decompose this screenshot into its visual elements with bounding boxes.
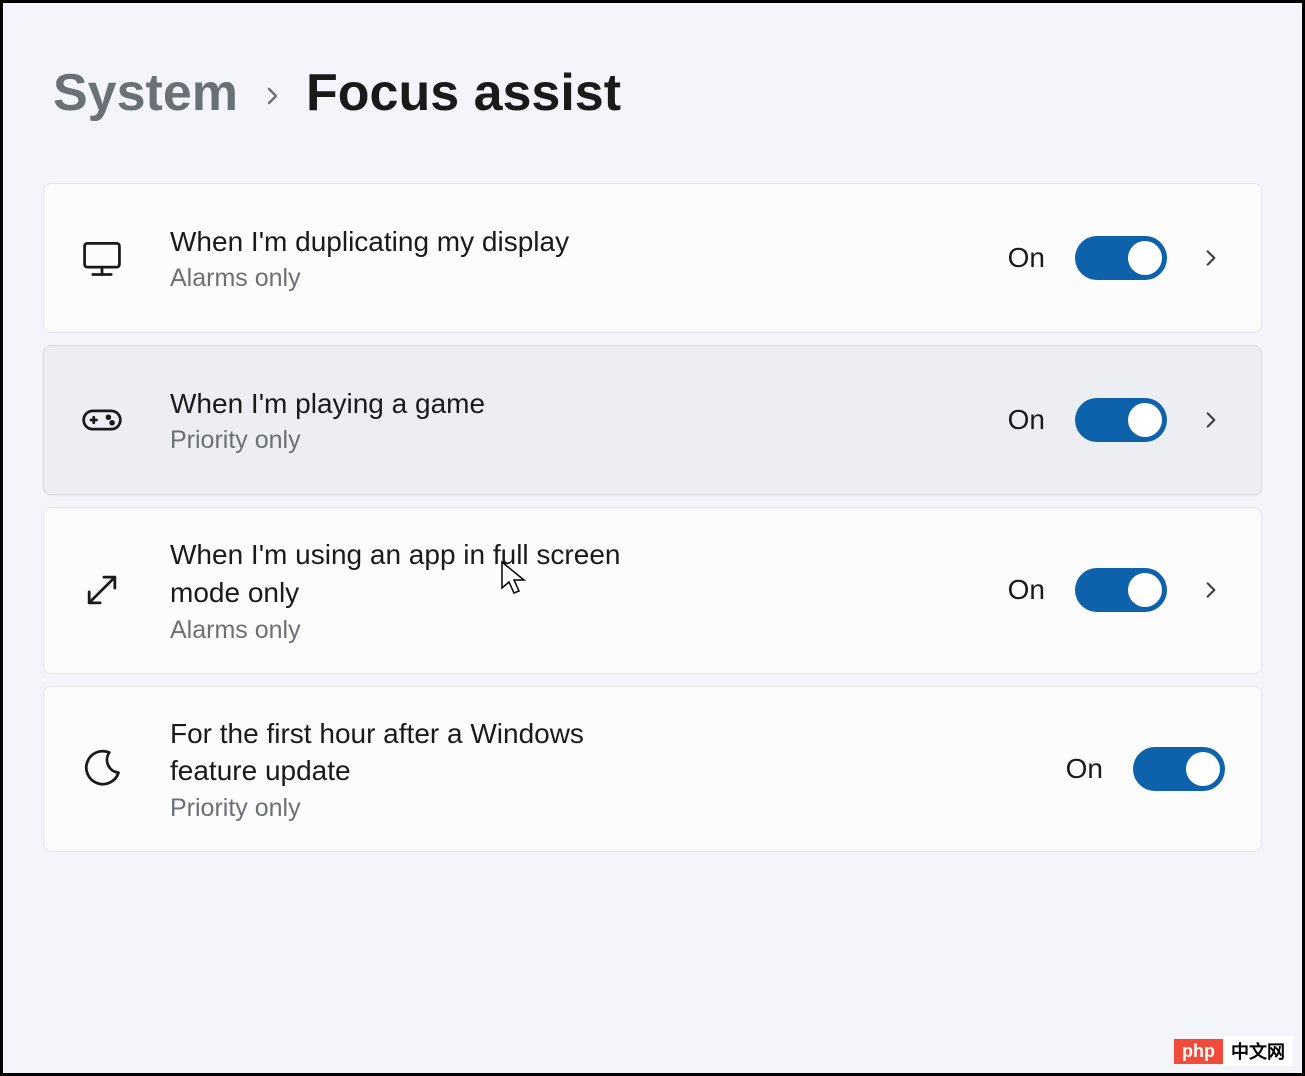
toggle-state-label: On — [1008, 574, 1045, 606]
rule-subtitle: Priority only — [170, 794, 650, 823]
rule-text: For the first hour after a Windows featu… — [170, 715, 650, 824]
chevron-right-icon — [260, 79, 284, 116]
moon-icon — [74, 741, 130, 797]
rule-controls: On — [1008, 398, 1225, 442]
rule-toggle[interactable] — [1075, 236, 1167, 280]
rule-subtitle: Priority only — [170, 426, 650, 455]
rule-text: When I'm playing a game Priority only — [170, 385, 650, 456]
toggle-state-label: On — [1066, 753, 1103, 785]
rule-after-update[interactable]: For the first hour after a Windows featu… — [43, 686, 1262, 853]
page-title: Focus assist — [306, 63, 621, 123]
rule-title: When I'm duplicating my display — [170, 223, 650, 261]
rule-playing-game[interactable]: When I'm playing a game Priority only On — [43, 345, 1262, 495]
rule-toggle[interactable] — [1133, 747, 1225, 791]
rule-title: For the first hour after a Windows featu… — [170, 715, 650, 791]
fullscreen-icon — [74, 562, 130, 618]
expand-chevron-icon[interactable] — [1197, 574, 1225, 606]
watermark: php 中文网 — [1174, 1036, 1293, 1066]
expand-chevron-icon[interactable] — [1197, 242, 1225, 274]
rule-toggle[interactable] — [1075, 398, 1167, 442]
rule-title: When I'm playing a game — [170, 385, 650, 423]
rule-fullscreen-app[interactable]: When I'm using an app in full screen mod… — [43, 507, 1262, 674]
rule-controls: On — [1008, 568, 1225, 612]
expand-chevron-icon[interactable] — [1197, 404, 1225, 436]
rule-text: When I'm duplicating my display Alarms o… — [170, 223, 650, 294]
rule-subtitle: Alarms only — [170, 616, 650, 645]
rule-controls: On — [1008, 236, 1225, 280]
automatic-rules-list: When I'm duplicating my display Alarms o… — [43, 183, 1262, 852]
toggle-state-label: On — [1008, 242, 1045, 274]
gamepad-icon — [74, 392, 130, 448]
rule-subtitle: Alarms only — [170, 264, 650, 293]
watermark-left: php — [1174, 1039, 1223, 1064]
watermark-right: 中文网 — [1223, 1036, 1293, 1066]
toggle-state-label: On — [1008, 404, 1045, 436]
rule-title: When I'm using an app in full screen mod… — [170, 536, 650, 612]
breadcrumb-parent-link[interactable]: System — [53, 63, 238, 123]
rule-text: When I'm using an app in full screen mod… — [170, 536, 650, 645]
rule-controls: On — [1066, 747, 1225, 791]
breadcrumb: System Focus assist — [53, 63, 1262, 123]
monitor-icon — [74, 230, 130, 286]
rule-duplicating-display[interactable]: When I'm duplicating my display Alarms o… — [43, 183, 1262, 333]
rule-toggle[interactable] — [1075, 568, 1167, 612]
